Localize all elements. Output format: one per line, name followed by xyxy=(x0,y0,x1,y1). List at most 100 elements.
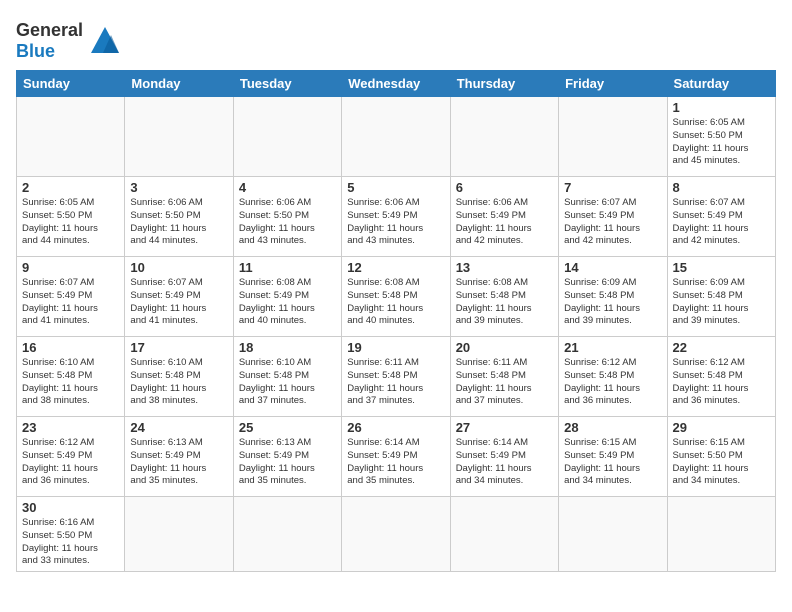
calendar-cell xyxy=(233,97,341,177)
calendar-cell: 6Sunrise: 6:06 AM Sunset: 5:49 PM Daylig… xyxy=(450,177,558,257)
col-header-thursday: Thursday xyxy=(450,71,558,97)
calendar-cell: 14 Sunrise: 6:09 AM Sunset: 5:48 PM Dayli… xyxy=(559,257,667,337)
col-header-saturday: Saturday xyxy=(667,71,775,97)
calendar-cell xyxy=(559,497,667,572)
day-info: Sunrise: 6:11 AM Sunset: 5:48 PM Dayligh… xyxy=(456,357,553,408)
day-info: Sunrise: 6:12 AM Sunset: 5:48 PM Dayligh… xyxy=(673,357,770,408)
col-header-wednesday: Wednesday xyxy=(342,71,450,97)
calendar-cell: 10Sunrise: 6:07 AM Sunset: 5:49 PM Dayli… xyxy=(125,257,233,337)
calendar-cell: 18Sunrise: 6:10 AM Sunset: 5:48 PM Dayli… xyxy=(233,337,341,417)
day-info: Sunrise: 6:16 AM Sunset: 5:50 PM Dayligh… xyxy=(22,517,119,568)
calendar-week-row: 1 Sunrise: 6:05 AM Sunset: 5:50 PM Daylig… xyxy=(17,97,776,177)
calendar-cell: 22 Sunrise: 6:12 AM Sunset: 5:48 PM Dayli… xyxy=(667,337,775,417)
calendar-cell: 16 Sunrise: 6:10 AM Sunset: 5:48 PM Dayli… xyxy=(17,337,125,417)
calendar-cell: 3 Sunrise: 6:06 AM Sunset: 5:50 PM Daylig… xyxy=(125,177,233,257)
calendar-week-row: 9 Sunrise: 6:07 AM Sunset: 5:49 PM Daylig… xyxy=(17,257,776,337)
day-number: 30 xyxy=(22,500,119,515)
day-number: 16 xyxy=(22,340,119,355)
logo: General Blue xyxy=(16,20,123,62)
day-number: 17 xyxy=(130,340,227,355)
day-info: Sunrise: 6:07 AM Sunset: 5:49 PM Dayligh… xyxy=(564,197,661,248)
day-number: 11 xyxy=(239,260,336,275)
day-info: Sunrise: 6:09 AM Sunset: 5:48 PM Dayligh… xyxy=(564,277,661,328)
day-number: 4 xyxy=(239,180,336,195)
day-number: 2 xyxy=(22,180,119,195)
calendar-cell xyxy=(559,97,667,177)
day-number: 1 xyxy=(673,100,770,115)
day-number: 20 xyxy=(456,340,553,355)
calendar-cell xyxy=(125,497,233,572)
day-number: 26 xyxy=(347,420,444,435)
day-info: Sunrise: 6:15 AM Sunset: 5:50 PM Dayligh… xyxy=(673,437,770,488)
calendar-cell: 30 Sunrise: 6:16 AM Sunset: 5:50 PM Dayli… xyxy=(17,497,125,572)
calendar-cell xyxy=(125,97,233,177)
col-header-friday: Friday xyxy=(559,71,667,97)
day-info: Sunrise: 6:13 AM Sunset: 5:49 PM Dayligh… xyxy=(239,437,336,488)
day-info: Sunrise: 6:08 AM Sunset: 5:48 PM Dayligh… xyxy=(347,277,444,328)
day-info: Sunrise: 6:09 AM Sunset: 5:48 PM Dayligh… xyxy=(673,277,770,328)
calendar-cell xyxy=(450,97,558,177)
day-number: 13 xyxy=(456,260,553,275)
day-number: 23 xyxy=(22,420,119,435)
calendar-week-row: 16 Sunrise: 6:10 AM Sunset: 5:48 PM Dayli… xyxy=(17,337,776,417)
calendar-cell: 25 Sunrise: 6:13 AM Sunset: 5:49 PM Dayli… xyxy=(233,417,341,497)
calendar-cell: 8Sunrise: 6:07 AM Sunset: 5:49 PM Daylig… xyxy=(667,177,775,257)
calendar-cell xyxy=(342,497,450,572)
calendar-cell: 17 Sunrise: 6:10 AM Sunset: 5:48 PM Dayli… xyxy=(125,337,233,417)
day-number: 22 xyxy=(673,340,770,355)
calendar-cell: 19 Sunrise: 6:11 AM Sunset: 5:48 PM Dayli… xyxy=(342,337,450,417)
day-number: 19 xyxy=(347,340,444,355)
day-number: 28 xyxy=(564,420,661,435)
day-info: Sunrise: 6:14 AM Sunset: 5:49 PM Dayligh… xyxy=(347,437,444,488)
calendar-cell: 26 Sunrise: 6:14 AM Sunset: 5:49 PM Dayli… xyxy=(342,417,450,497)
day-info: Sunrise: 6:08 AM Sunset: 5:49 PM Dayligh… xyxy=(239,277,336,328)
calendar-cell: 21Sunrise: 6:12 AM Sunset: 5:48 PM Dayli… xyxy=(559,337,667,417)
day-number: 10 xyxy=(130,260,227,275)
calendar-table: SundayMondayTuesdayWednesdayThursdayFrid… xyxy=(16,70,776,572)
calendar-cell: 1 Sunrise: 6:05 AM Sunset: 5:50 PM Daylig… xyxy=(667,97,775,177)
day-number: 12 xyxy=(347,260,444,275)
calendar-cell: 20 Sunrise: 6:11 AM Sunset: 5:48 PM Dayli… xyxy=(450,337,558,417)
logo-icon xyxy=(87,23,123,59)
day-number: 9 xyxy=(22,260,119,275)
day-info: Sunrise: 6:08 AM Sunset: 5:48 PM Dayligh… xyxy=(456,277,553,328)
calendar-cell: 9 Sunrise: 6:07 AM Sunset: 5:49 PM Daylig… xyxy=(17,257,125,337)
calendar-cell xyxy=(342,97,450,177)
day-info: Sunrise: 6:10 AM Sunset: 5:48 PM Dayligh… xyxy=(130,357,227,408)
day-number: 3 xyxy=(130,180,227,195)
calendar-cell xyxy=(667,497,775,572)
day-number: 29 xyxy=(673,420,770,435)
col-header-tuesday: Tuesday xyxy=(233,71,341,97)
day-number: 15 xyxy=(673,260,770,275)
day-info: Sunrise: 6:07 AM Sunset: 5:49 PM Dayligh… xyxy=(22,277,119,328)
calendar-cell: 2 Sunrise: 6:05 AM Sunset: 5:50 PM Daylig… xyxy=(17,177,125,257)
day-info: Sunrise: 6:05 AM Sunset: 5:50 PM Dayligh… xyxy=(22,197,119,248)
day-info: Sunrise: 6:05 AM Sunset: 5:50 PM Dayligh… xyxy=(673,117,770,168)
day-info: Sunrise: 6:06 AM Sunset: 5:49 PM Dayligh… xyxy=(456,197,553,248)
day-number: 18 xyxy=(239,340,336,355)
calendar-header-row: SundayMondayTuesdayWednesdayThursdayFrid… xyxy=(17,71,776,97)
calendar-cell: 27Sunrise: 6:14 AM Sunset: 5:49 PM Dayli… xyxy=(450,417,558,497)
day-info: Sunrise: 6:06 AM Sunset: 5:50 PM Dayligh… xyxy=(239,197,336,248)
calendar-cell: 7 Sunrise: 6:07 AM Sunset: 5:49 PM Daylig… xyxy=(559,177,667,257)
day-info: Sunrise: 6:06 AM Sunset: 5:50 PM Dayligh… xyxy=(130,197,227,248)
day-number: 21 xyxy=(564,340,661,355)
day-info: Sunrise: 6:11 AM Sunset: 5:48 PM Dayligh… xyxy=(347,357,444,408)
day-info: Sunrise: 6:07 AM Sunset: 5:49 PM Dayligh… xyxy=(673,197,770,248)
day-number: 27 xyxy=(456,420,553,435)
day-info: Sunrise: 6:13 AM Sunset: 5:49 PM Dayligh… xyxy=(130,437,227,488)
day-info: Sunrise: 6:06 AM Sunset: 5:49 PM Dayligh… xyxy=(347,197,444,248)
calendar-cell: 13 Sunrise: 6:08 AM Sunset: 5:48 PM Dayli… xyxy=(450,257,558,337)
day-number: 14 xyxy=(564,260,661,275)
calendar-week-row: 23Sunrise: 6:12 AM Sunset: 5:49 PM Dayli… xyxy=(17,417,776,497)
day-number: 7 xyxy=(564,180,661,195)
day-number: 24 xyxy=(130,420,227,435)
col-header-sunday: Sunday xyxy=(17,71,125,97)
day-number: 25 xyxy=(239,420,336,435)
calendar-cell: 24 Sunrise: 6:13 AM Sunset: 5:49 PM Dayli… xyxy=(125,417,233,497)
logo-blue-text: Blue xyxy=(16,41,55,61)
calendar-cell xyxy=(450,497,558,572)
day-info: Sunrise: 6:10 AM Sunset: 5:48 PM Dayligh… xyxy=(22,357,119,408)
calendar-cell: 29 Sunrise: 6:15 AM Sunset: 5:50 PM Dayli… xyxy=(667,417,775,497)
day-info: Sunrise: 6:15 AM Sunset: 5:49 PM Dayligh… xyxy=(564,437,661,488)
